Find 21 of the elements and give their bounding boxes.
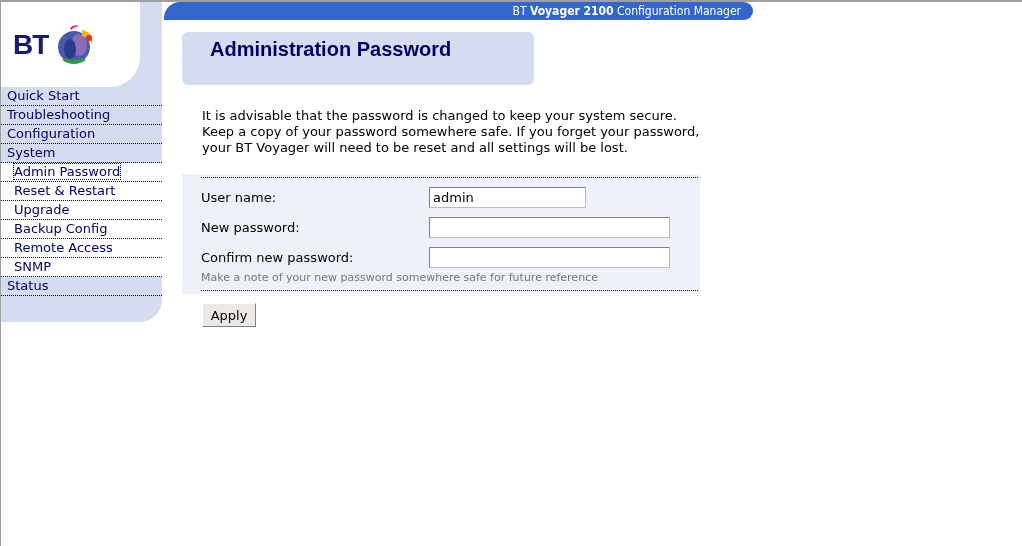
input-field[interactable]: admin [429, 186, 586, 208]
field-label: New password: [201, 219, 301, 235]
intro-text: It is advisable that the password is changed to keep your system secure. Keep a copy of your password somewhere safe. If you forget your password, your BT Voyager will need to be reset and all settings will be lost. [202, 108, 701, 156]
logo-text: BT [13, 28, 49, 61]
field-label: Confirm new password: [201, 249, 355, 265]
header-banner: BT Voyager 2100 Configuration Manager [164, 2, 753, 20]
menu-item[interactable]: Configuration [1, 125, 162, 144]
menu-item[interactable]: Troubleshooting [1, 106, 162, 125]
apply-button[interactable]: Apply [202, 303, 256, 327]
hint-text: Make a note of your new password somewhere safe for future reference [201, 271, 599, 284]
menu-item[interactable]: Remote Access [1, 239, 162, 258]
menu-item[interactable]: Upgrade [1, 201, 162, 220]
field-label: User name: [201, 189, 277, 205]
menu-item[interactable]: Backup Config [1, 220, 162, 239]
input-field[interactable] [429, 246, 670, 268]
menu-item[interactable]: Quick Start [1, 87, 162, 106]
menu-item[interactable]: SNMP [1, 258, 162, 277]
page-title: Administration Password [210, 38, 453, 61]
menu-item[interactable]: Reset & Restart [1, 182, 162, 201]
menu-item[interactable]: Admin Password [1, 163, 162, 182]
input-field[interactable] [429, 216, 670, 238]
